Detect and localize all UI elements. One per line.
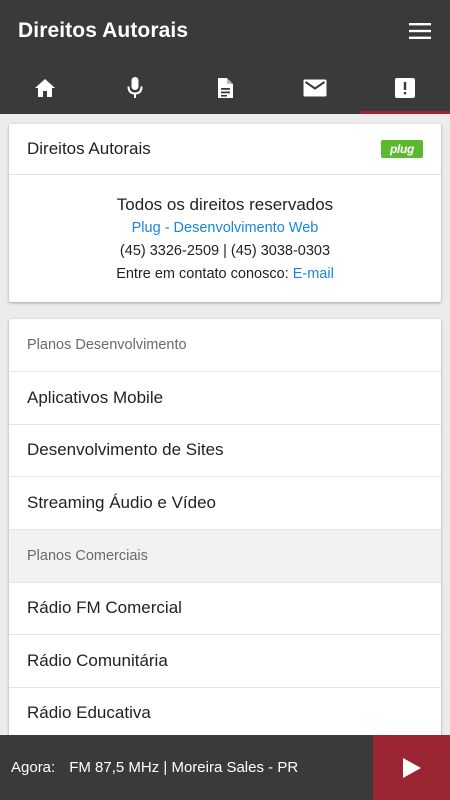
radio-player-bar: Agora: FM 87,5 MHz | Moreira Sales - PR <box>0 735 450 800</box>
copyright-card-header: Direitos Autorais plug <box>9 124 441 175</box>
app-bar: Direitos Autorais <box>0 0 450 61</box>
list-item-fm-commercial[interactable]: Rádio FM Comercial <box>9 583 441 635</box>
email-link[interactable]: E-mail <box>293 266 334 282</box>
station-info: FM 87,5 MHz | Moreira Sales - PR <box>69 759 299 776</box>
list-item-mobile-apps[interactable]: Aplicativos Mobile <box>9 372 441 425</box>
tab-mail[interactable] <box>270 61 360 114</box>
tab-document[interactable] <box>180 61 270 114</box>
play-icon <box>402 757 421 778</box>
list-item-streaming[interactable]: Streaming Áudio e Vídeo <box>9 477 441 530</box>
now-playing: Agora: FM 87,5 MHz | Moreira Sales - PR <box>0 759 373 776</box>
rights-reserved-text: Todos os direitos reservados <box>116 195 334 214</box>
list-item-website-dev[interactable]: Desenvolvimento de Sites <box>9 425 441 477</box>
contact-line: Entre em contato conosco: E-mail <box>19 263 431 286</box>
tab-home[interactable] <box>0 61 90 114</box>
content-area: Direitos Autorais plug Todos os direitos… <box>0 114 450 735</box>
tab-alert[interactable] <box>360 61 450 114</box>
contact-prefix: Entre em contato conosco: <box>116 266 289 282</box>
play-button[interactable] <box>373 735 450 800</box>
tab-microphone[interactable] <box>90 61 180 114</box>
mail-icon <box>303 79 327 96</box>
page-title: Direitos Autorais <box>18 18 189 42</box>
tab-bar <box>0 61 450 114</box>
section-header-commercial: Planos Comerciais <box>9 529 441 583</box>
copyright-card-title: Direitos Autorais <box>27 139 151 158</box>
list-item-community-radio[interactable]: Rádio Comunitária <box>9 635 441 688</box>
company-link[interactable]: Plug - Desenvolvimento Web <box>19 217 431 240</box>
home-icon <box>35 78 55 97</box>
hamburger-menu-icon[interactable] <box>408 19 432 43</box>
document-icon <box>218 77 233 98</box>
list-item-educational-radio[interactable]: Rádio Educativa <box>9 688 441 736</box>
microphone-icon <box>127 76 143 98</box>
alert-icon <box>395 77 415 98</box>
copyright-card: Direitos Autorais plug Todos os direitos… <box>9 124 441 302</box>
now-playing-label: Agora: <box>11 759 56 776</box>
copyright-card-body: Todos os direitos reservados Plug - Dese… <box>9 175 441 302</box>
plans-card: Planos Desenvolvimento Aplicativos Mobil… <box>9 319 441 735</box>
plug-logo: plug <box>381 140 423 158</box>
phone-numbers: (45) 3326-2509 | (45) 3038-0303 <box>119 243 331 259</box>
section-header-development: Planos Desenvolvimento <box>9 319 441 372</box>
